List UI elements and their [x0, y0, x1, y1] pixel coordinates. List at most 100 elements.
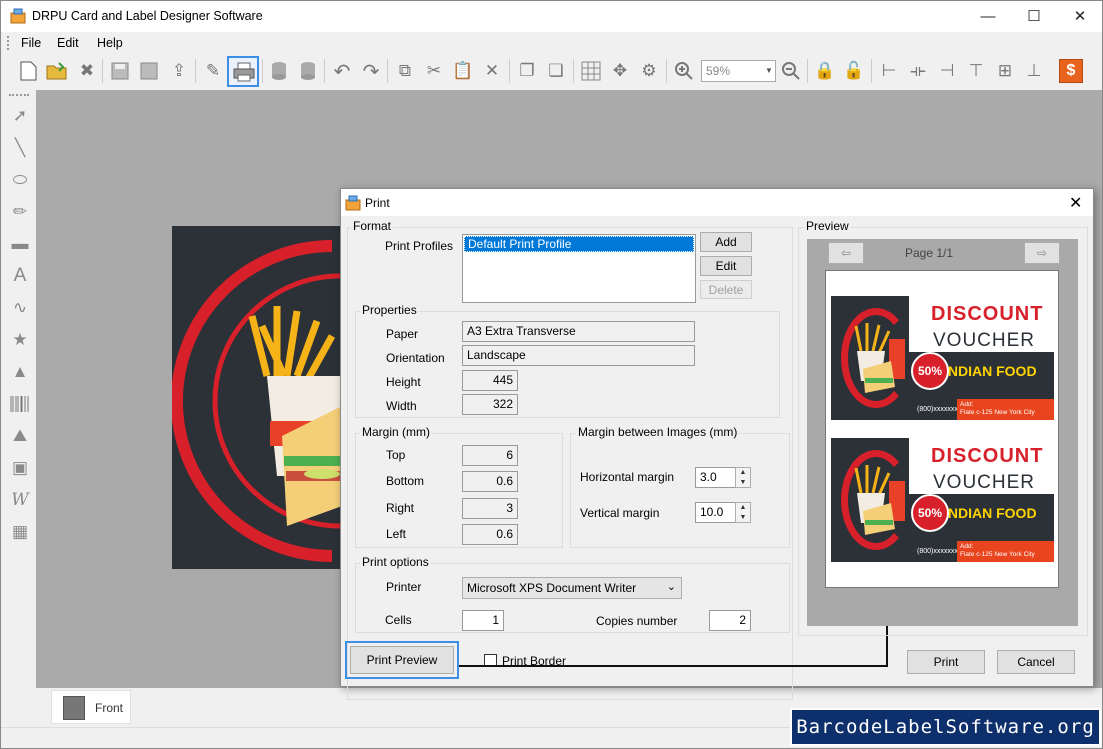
open-folder-icon[interactable]	[45, 59, 69, 83]
add-button[interactable]: Add	[700, 232, 752, 252]
settings-icon[interactable]: ⚙	[637, 59, 661, 83]
width-field[interactable]: 322	[462, 394, 518, 415]
card-design[interactable]	[172, 226, 342, 569]
preview-page: DISCOUNT VOUCHER INDIAN FOOD 50% (800)xx…	[825, 270, 1059, 588]
paste-icon[interactable]: 📋	[451, 59, 475, 83]
align-left-icon[interactable]: ⊢	[877, 59, 901, 83]
new-document-icon[interactable]	[16, 59, 40, 83]
previous-page-button[interactable]: ⇦	[828, 242, 864, 264]
brand-watermark: BarcodeLabelSoftware.org	[790, 708, 1101, 746]
voucher-preview: DISCOUNT VOUCHER INDIAN FOOD 50% (800)xx…	[831, 438, 1054, 562]
app-icon	[10, 8, 26, 24]
voucher-percent: 50%	[911, 352, 949, 390]
top-margin-field[interactable]: 6	[462, 445, 518, 466]
horizontal-margin-field[interactable]: 3.0	[695, 467, 737, 488]
save-as-icon[interactable]	[137, 59, 161, 83]
bottom-margin-label: Bottom	[386, 474, 425, 488]
tool-strip-grip	[9, 94, 29, 96]
watermark-tool-icon[interactable]: W	[9, 489, 31, 511]
print-icon	[233, 62, 255, 82]
purchase-icon[interactable]: $	[1059, 59, 1083, 83]
chevron-down-icon[interactable]: ▼	[765, 66, 773, 75]
ellipse-tool-icon[interactable]: ⬭	[9, 169, 31, 191]
voucher-preview: DISCOUNT VOUCHER INDIAN FOOD 50% (800)xx…	[831, 296, 1054, 420]
image-tool-icon[interactable]: ⛰	[9, 425, 31, 447]
star-tool-icon[interactable]: ★	[9, 329, 31, 351]
cells-label: Cells	[385, 613, 412, 627]
edit-icon[interactable]: ✎	[201, 59, 225, 83]
menu-edit[interactable]: Edit	[57, 36, 79, 50]
bottom-margin-field[interactable]: 0.6	[462, 471, 518, 492]
unlock-icon[interactable]: 🔓	[842, 59, 866, 83]
save-icon[interactable]	[108, 59, 132, 83]
list-item[interactable]: Default Print Profile	[464, 236, 694, 252]
delete-icon[interactable]: ✕	[480, 59, 504, 83]
align-right-icon[interactable]: ⊣	[935, 59, 959, 83]
food-image	[854, 323, 905, 393]
zoom-in-icon[interactable]	[672, 59, 696, 83]
orientation-field[interactable]: Landscape	[462, 345, 695, 366]
paper-field[interactable]: A3 Extra Transverse	[462, 321, 695, 342]
cancel-button[interactable]: Cancel	[997, 650, 1075, 674]
database-add-icon[interactable]	[267, 59, 291, 83]
print-icon-highlight[interactable]	[227, 56, 259, 87]
vertical-margin-field[interactable]: 10.0	[695, 502, 737, 523]
delete-button[interactable]: Delete	[700, 280, 752, 299]
zoom-out-icon[interactable]	[779, 59, 803, 83]
grid-icon[interactable]	[579, 59, 603, 83]
vertical-margin-stepper[interactable]: ▲ ▼	[735, 502, 751, 523]
image-library-icon[interactable]: ▣	[9, 457, 31, 479]
page-thumbnail-icon	[63, 696, 85, 720]
close-button[interactable]: ✕	[1057, 1, 1102, 31]
undo-icon[interactable]: ↶	[330, 59, 354, 83]
triangle-tool-icon[interactable]: ▲	[9, 361, 31, 383]
cut-icon[interactable]: ✂	[422, 59, 446, 83]
export-icon[interactable]: ⇪	[167, 59, 191, 83]
curve-tool-icon[interactable]: ∿	[9, 297, 31, 319]
dialog-close-button[interactable]: ✕	[1069, 193, 1082, 213]
rectangle-tool-icon[interactable]: ▬	[9, 233, 31, 255]
bring-front-icon[interactable]: ❐	[515, 59, 539, 83]
pencil-tool-icon[interactable]: ✏	[9, 201, 31, 223]
lock-icon[interactable]: 🔒	[813, 59, 837, 83]
align-top-icon[interactable]: ⊤	[964, 59, 988, 83]
tab-front[interactable]: Front	[51, 690, 131, 724]
properties-group-label: Properties	[360, 303, 419, 317]
voucher-percent: 50%	[911, 494, 949, 532]
minimize-button[interactable]: —	[965, 1, 1011, 31]
barcode-tool-icon[interactable]	[9, 393, 31, 415]
close-doc-icon[interactable]: ✖	[75, 59, 99, 83]
pattern-tool-icon[interactable]: ▦	[9, 521, 31, 543]
print-profiles-list[interactable]: Default Print Profile	[462, 234, 696, 303]
align-middle-icon[interactable]: ⊞	[993, 59, 1017, 83]
send-back-icon[interactable]: ❏	[544, 59, 568, 83]
tab-front-label: Front	[95, 701, 124, 715]
print-preview-button[interactable]: Print Preview	[350, 646, 454, 674]
text-tool-icon[interactable]: A	[9, 265, 31, 287]
print-button[interactable]: Print	[907, 650, 985, 674]
menu-help[interactable]: Help	[97, 36, 123, 50]
voucher-food: INDIAN FOOD	[944, 363, 1037, 379]
maximize-button[interactable]: ☐	[1011, 1, 1057, 31]
align-bottom-icon[interactable]: ⊥	[1022, 59, 1046, 83]
toolbar-separator	[573, 59, 574, 83]
height-label: Height	[386, 375, 421, 389]
toolbar-separator	[871, 59, 872, 83]
align-center-h-icon[interactable]: ⟛	[906, 59, 930, 83]
move-center-icon[interactable]: ✥	[608, 59, 632, 83]
line-tool-icon[interactable]: ╲	[9, 137, 31, 159]
copy-icon[interactable]: ⧉	[393, 59, 417, 83]
edit-button[interactable]: Edit	[700, 256, 752, 276]
menu-file[interactable]: File	[21, 36, 41, 50]
page-indicator: Page 1/1	[905, 246, 954, 260]
height-field[interactable]: 445	[462, 370, 518, 391]
voucher-line1: DISCOUNT	[931, 445, 1044, 467]
left-margin-field[interactable]: 0.6	[462, 524, 518, 545]
database-icon[interactable]	[296, 59, 320, 83]
horizontal-margin-stepper[interactable]: ▲ ▼	[735, 467, 751, 488]
select-tool-icon[interactable]: ➚	[9, 105, 31, 127]
redo-icon[interactable]: ↷	[359, 59, 383, 83]
next-page-button[interactable]: ⇨	[1024, 242, 1060, 264]
voucher-phone: (800)xxxxxxx	[917, 548, 958, 555]
right-margin-field[interactable]: 3	[462, 498, 518, 519]
